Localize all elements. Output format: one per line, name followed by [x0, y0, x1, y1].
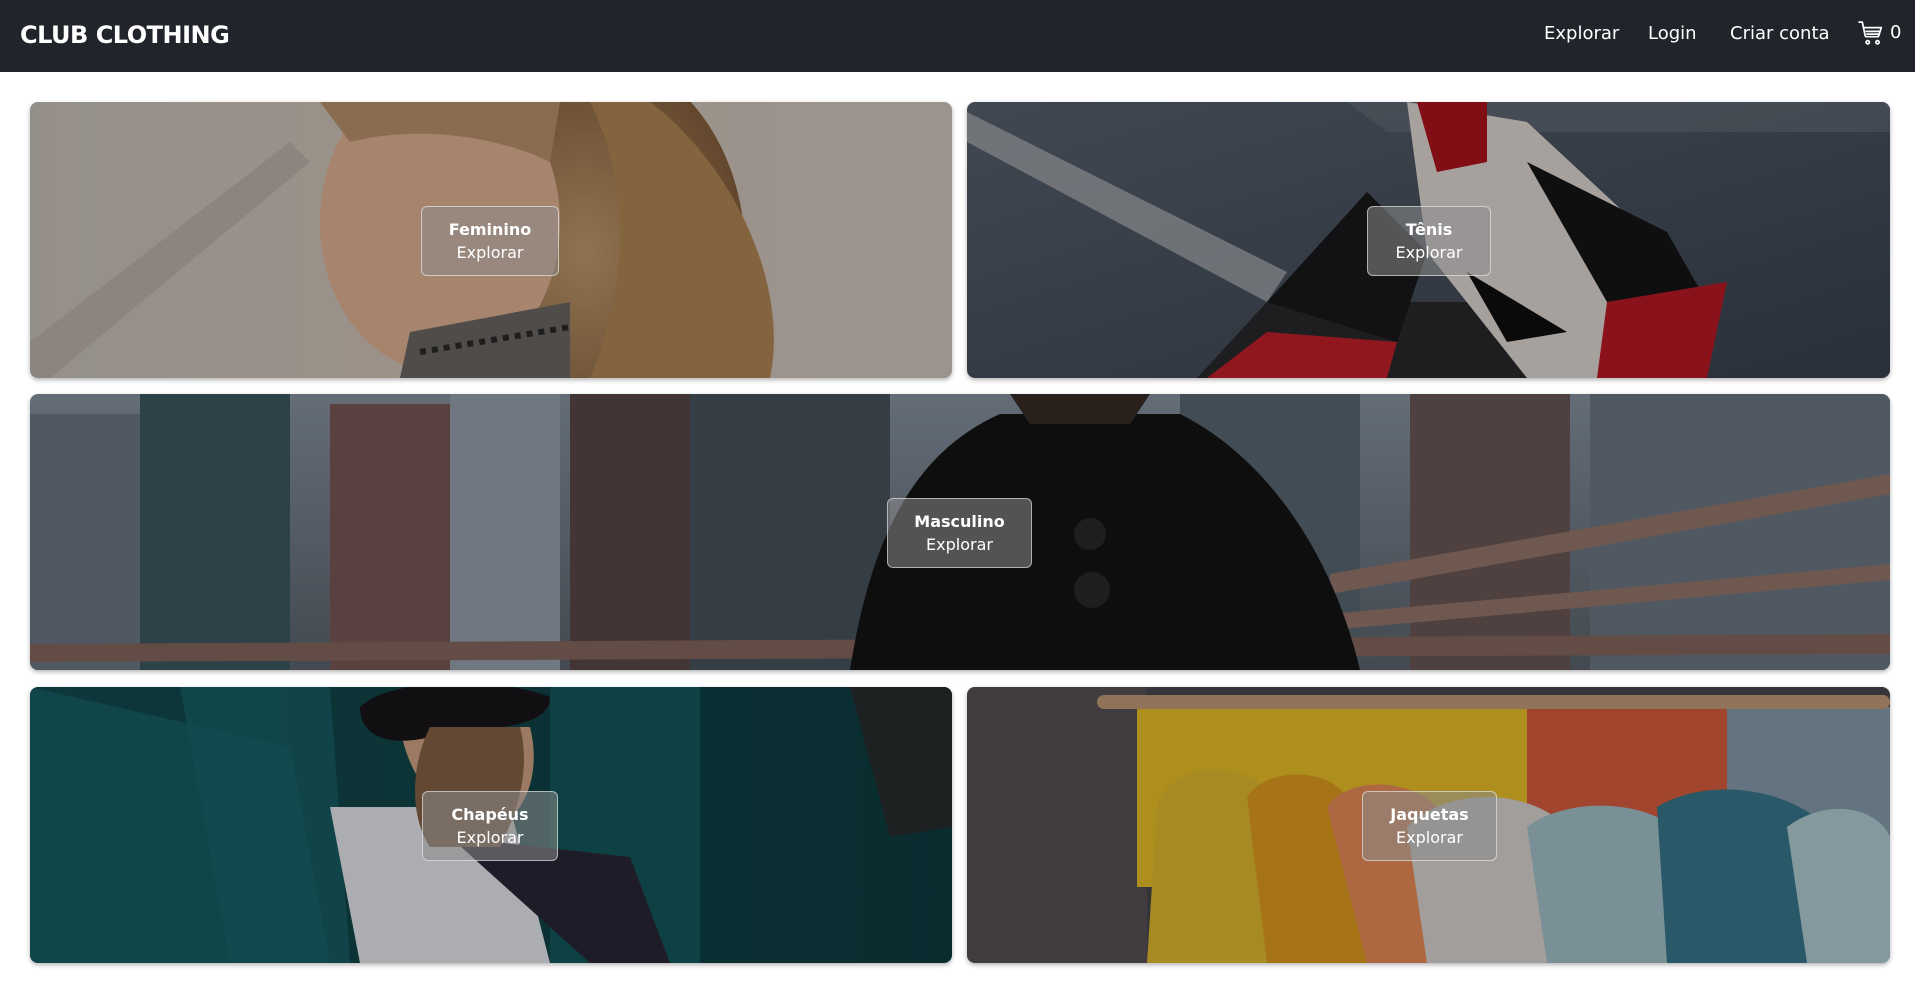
category-card-tenis[interactable]: Tênis Explorar [967, 102, 1890, 378]
cart-button[interactable]: 0 [1858, 20, 1901, 46]
category-explore-label: Explorar [456, 243, 524, 262]
nav-criar-conta-link[interactable]: Criar conta [1730, 22, 1830, 46]
brand-logo[interactable]: CLUB CLOTHING [20, 20, 230, 50]
category-badge[interactable]: Jaquetas Explorar [1362, 791, 1497, 861]
category-badge[interactable]: Tênis Explorar [1367, 206, 1491, 276]
cart-count: 0 [1890, 22, 1902, 43]
category-card-feminino[interactable]: Feminino Explorar [30, 102, 952, 378]
category-title: Jaquetas [1390, 805, 1469, 824]
category-card-chapeus[interactable]: Chapéus Explorar [30, 687, 952, 963]
category-explore-label: Explorar [1395, 243, 1463, 262]
category-badge[interactable]: Chapéus Explorar [422, 791, 558, 861]
shopping-cart-icon [1858, 21, 1883, 45]
category-badge[interactable]: Feminino Explorar [421, 206, 559, 276]
nav-login-link[interactable]: Login [1648, 22, 1697, 46]
category-title: Chapéus [451, 805, 529, 824]
category-explore-label: Explorar [1396, 828, 1463, 847]
category-card-masculino[interactable]: Masculino Explorar [30, 394, 1890, 670]
category-explore-label: Explorar [926, 535, 993, 554]
category-badge[interactable]: Masculino Explorar [887, 498, 1032, 568]
top-navbar: CLUB CLOTHING Explorar Login Criar conta… [0, 0, 1915, 72]
nav-explorar-link[interactable]: Explorar [1544, 22, 1619, 46]
category-card-jaquetas[interactable]: Jaquetas Explorar [967, 687, 1890, 963]
category-title: Masculino [914, 512, 1005, 531]
category-title: Tênis [1405, 220, 1453, 239]
category-title: Feminino [448, 220, 532, 239]
category-explore-label: Explorar [456, 828, 524, 847]
